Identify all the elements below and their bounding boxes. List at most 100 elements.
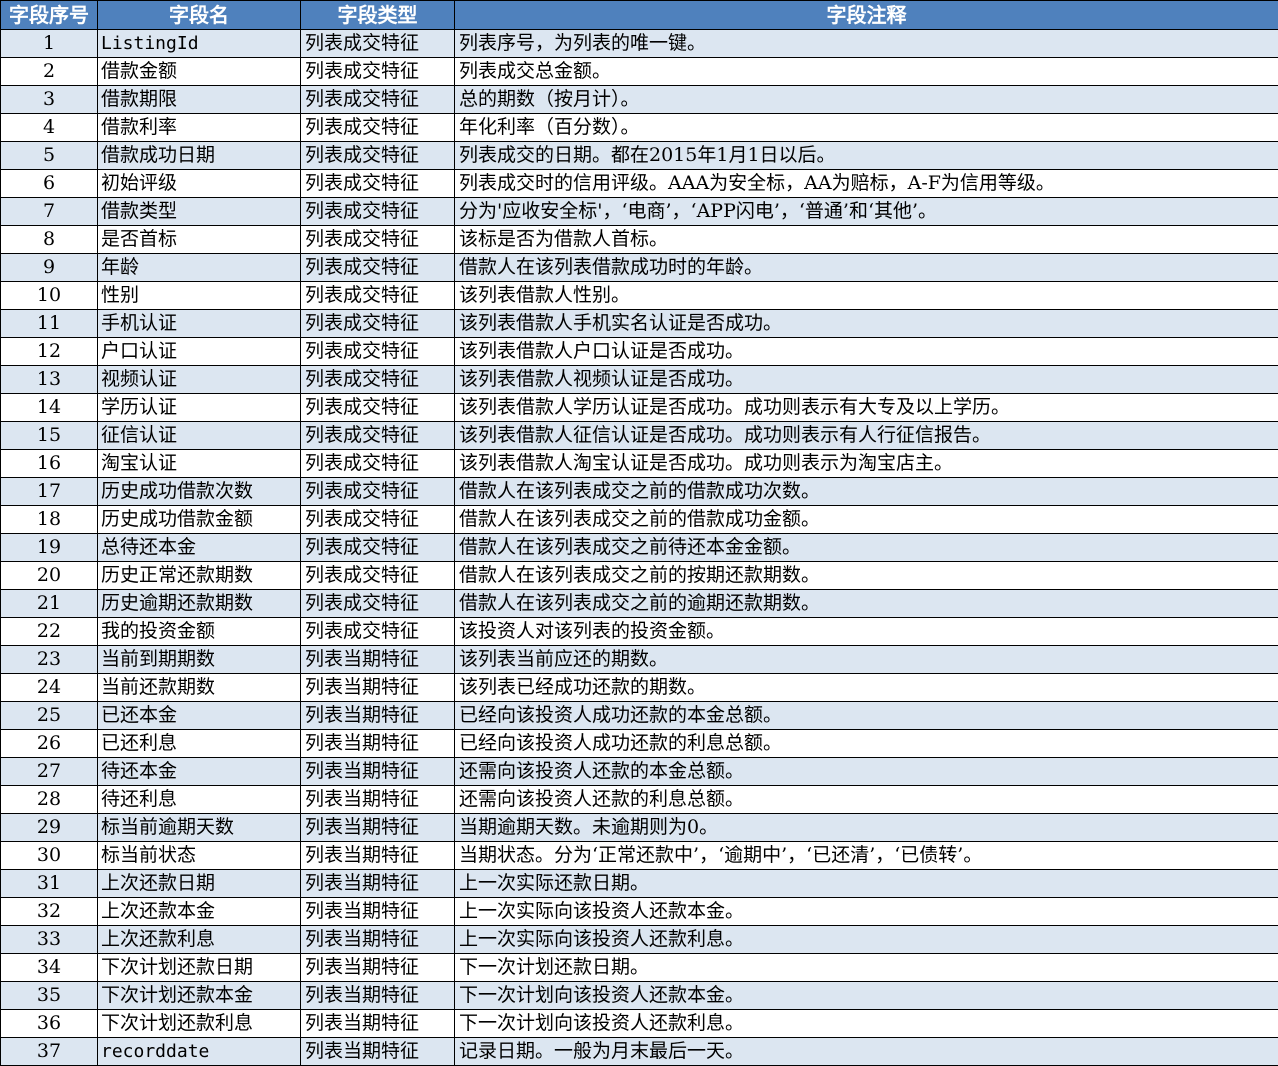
cell-field-no: 29 <box>1 814 98 842</box>
cell-field-type: 列表成交特征 <box>301 170 455 198</box>
table-row: 33上次还款利息列表当期特征上一次实际向该投资人还款利息。 <box>1 926 1278 954</box>
cell-field-name: 借款金额 <box>98 58 301 86</box>
cell-field-no: 18 <box>1 506 98 534</box>
table-row: 8是否首标列表成交特征该标是否为借款人首标。 <box>1 226 1278 254</box>
cell-field-type: 列表成交特征 <box>301 506 455 534</box>
cell-field-note: 年化利率（百分数）。 <box>455 114 1278 142</box>
cell-field-no: 35 <box>1 982 98 1010</box>
cell-field-name: 上次还款利息 <box>98 926 301 954</box>
table-row: 36下次计划还款利息列表当期特征下一次计划向该投资人还款利息。 <box>1 1010 1278 1038</box>
table-row: 16淘宝认证列表成交特征该列表借款人淘宝认证是否成功。成功则表示为淘宝店主。 <box>1 450 1278 478</box>
cell-field-note: 该列表借款人户口认证是否成功。 <box>455 338 1278 366</box>
table-row: 34下次计划还款日期列表当期特征下一次计划还款日期。 <box>1 954 1278 982</box>
cell-field-note: 该标是否为借款人首标。 <box>455 226 1278 254</box>
table-row: 7借款类型列表成交特征分为'应收安全标'，‘电商’，‘APP闪电’，‘普通’和‘… <box>1 198 1278 226</box>
cell-field-no: 8 <box>1 226 98 254</box>
table-row: 14学历认证列表成交特征该列表借款人学历认证是否成功。成功则表示有大专及以上学历… <box>1 394 1278 422</box>
table-row: 22我的投资金额列表成交特征该投资人对该列表的投资金额。 <box>1 618 1278 646</box>
cell-field-note: 下一次计划向该投资人还款本金。 <box>455 982 1278 1010</box>
cell-field-type: 列表成交特征 <box>301 618 455 646</box>
cell-field-note: 上一次实际还款日期。 <box>455 870 1278 898</box>
cell-field-note: 当期状态。分为‘正常还款中’，‘逾期中’，‘已还清’，‘已债转’。 <box>455 842 1278 870</box>
cell-field-no: 12 <box>1 338 98 366</box>
cell-field-type: 列表成交特征 <box>301 198 455 226</box>
cell-field-type: 列表成交特征 <box>301 366 455 394</box>
cell-field-name: ListingId <box>98 30 301 58</box>
cell-field-note: 列表成交时的信用评级。AAA为安全标，AA为赔标，A-F为信用等级。 <box>455 170 1278 198</box>
table-row: 26已还利息列表当期特征已经向该投资人成功还款的利息总额。 <box>1 730 1278 758</box>
cell-field-note: 列表成交的日期。都在2015年1月1日以后。 <box>455 142 1278 170</box>
cell-field-name: 当前到期期数 <box>98 646 301 674</box>
cell-field-name: 手机认证 <box>98 310 301 338</box>
table-row: 35下次计划还款本金列表当期特征下一次计划向该投资人还款本金。 <box>1 982 1278 1010</box>
cell-field-no: 11 <box>1 310 98 338</box>
cell-field-type: 列表成交特征 <box>301 562 455 590</box>
cell-field-name: 标当前逾期天数 <box>98 814 301 842</box>
table-row: 2借款金额列表成交特征列表成交总金额。 <box>1 58 1278 86</box>
table-row: 13视频认证列表成交特征该列表借款人视频认证是否成功。 <box>1 366 1278 394</box>
table-row: 30标当前状态列表当期特征当期状态。分为‘正常还款中’，‘逾期中’，‘已还清’，… <box>1 842 1278 870</box>
cell-field-type: 列表成交特征 <box>301 282 455 310</box>
cell-field-note: 该列表已经成功还款的期数。 <box>455 674 1278 702</box>
table-row: 21历史逾期还款期数列表成交特征借款人在该列表成交之前的逾期还款期数。 <box>1 590 1278 618</box>
cell-field-no: 26 <box>1 730 98 758</box>
table-row: 29标当前逾期天数列表当期特征当期逾期天数。未逾期则为0。 <box>1 814 1278 842</box>
cell-field-name: 历史成功借款次数 <box>98 478 301 506</box>
cell-field-no: 28 <box>1 786 98 814</box>
cell-field-name: 历史逾期还款期数 <box>98 590 301 618</box>
cell-field-no: 2 <box>1 58 98 86</box>
cell-field-no: 31 <box>1 870 98 898</box>
cell-field-type: 列表当期特征 <box>301 674 455 702</box>
table-row: 6初始评级列表成交特征列表成交时的信用评级。AAA为安全标，AA为赔标，A-F为… <box>1 170 1278 198</box>
cell-field-note: 还需向该投资人还款的利息总额。 <box>455 786 1278 814</box>
cell-field-note: 该列表借款人视频认证是否成功。 <box>455 366 1278 394</box>
table-row: 37recorddate列表当期特征记录日期。一般为月末最后一天。 <box>1 1038 1278 1066</box>
cell-field-note: 上一次实际向该投资人还款利息。 <box>455 926 1278 954</box>
table-row: 12户口认证列表成交特征该列表借款人户口认证是否成功。 <box>1 338 1278 366</box>
cell-field-note: 列表序号，为列表的唯一键。 <box>455 30 1278 58</box>
cell-field-no: 10 <box>1 282 98 310</box>
table-row: 5借款成功日期列表成交特征列表成交的日期。都在2015年1月1日以后。 <box>1 142 1278 170</box>
cell-field-note: 列表成交总金额。 <box>455 58 1278 86</box>
cell-field-no: 6 <box>1 170 98 198</box>
cell-field-note: 借款人在该列表借款成功时的年龄。 <box>455 254 1278 282</box>
cell-field-name: 征信认证 <box>98 422 301 450</box>
cell-field-name: 待还本金 <box>98 758 301 786</box>
cell-field-name: 总待还本金 <box>98 534 301 562</box>
cell-field-name: 借款成功日期 <box>98 142 301 170</box>
header-field-note: 字段注释 <box>455 1 1278 30</box>
cell-field-no: 30 <box>1 842 98 870</box>
header-row: 字段序号 字段名 字段类型 字段注释 <box>1 1 1278 30</box>
cell-field-no: 7 <box>1 198 98 226</box>
table-row: 11手机认证列表成交特征该列表借款人手机实名认证是否成功。 <box>1 310 1278 338</box>
cell-field-type: 列表成交特征 <box>301 534 455 562</box>
table-header: 字段序号 字段名 字段类型 字段注释 <box>1 1 1278 30</box>
cell-field-no: 22 <box>1 618 98 646</box>
cell-field-type: 列表成交特征 <box>301 422 455 450</box>
cell-field-note: 分为'应收安全标'，‘电商’，‘APP闪电’，‘普通’和‘其他’。 <box>455 198 1278 226</box>
cell-field-name: 我的投资金额 <box>98 618 301 646</box>
cell-field-type: 列表当期特征 <box>301 898 455 926</box>
cell-field-name: 待还利息 <box>98 786 301 814</box>
cell-field-name: 上次还款日期 <box>98 870 301 898</box>
cell-field-type: 列表成交特征 <box>301 394 455 422</box>
cell-field-type: 列表成交特征 <box>301 450 455 478</box>
cell-field-no: 19 <box>1 534 98 562</box>
cell-field-no: 3 <box>1 86 98 114</box>
cell-field-type: 列表当期特征 <box>301 870 455 898</box>
cell-field-no: 15 <box>1 422 98 450</box>
cell-field-no: 32 <box>1 898 98 926</box>
cell-field-name: 借款期限 <box>98 86 301 114</box>
cell-field-note: 总的期数（按月计）。 <box>455 86 1278 114</box>
cell-field-type: 列表成交特征 <box>301 226 455 254</box>
cell-field-name: 户口认证 <box>98 338 301 366</box>
cell-field-note: 该列表借款人学历认证是否成功。成功则表示有大专及以上学历。 <box>455 394 1278 422</box>
cell-field-note: 当期逾期天数。未逾期则为0。 <box>455 814 1278 842</box>
table-row: 9年龄列表成交特征借款人在该列表借款成功时的年龄。 <box>1 254 1278 282</box>
table-row: 19总待还本金列表成交特征借款人在该列表成交之前待还本金金额。 <box>1 534 1278 562</box>
cell-field-type: 列表当期特征 <box>301 730 455 758</box>
table-row: 1ListingId列表成交特征列表序号，为列表的唯一键。 <box>1 30 1278 58</box>
cell-field-no: 25 <box>1 702 98 730</box>
cell-field-note: 该投资人对该列表的投资金额。 <box>455 618 1278 646</box>
cell-field-no: 14 <box>1 394 98 422</box>
